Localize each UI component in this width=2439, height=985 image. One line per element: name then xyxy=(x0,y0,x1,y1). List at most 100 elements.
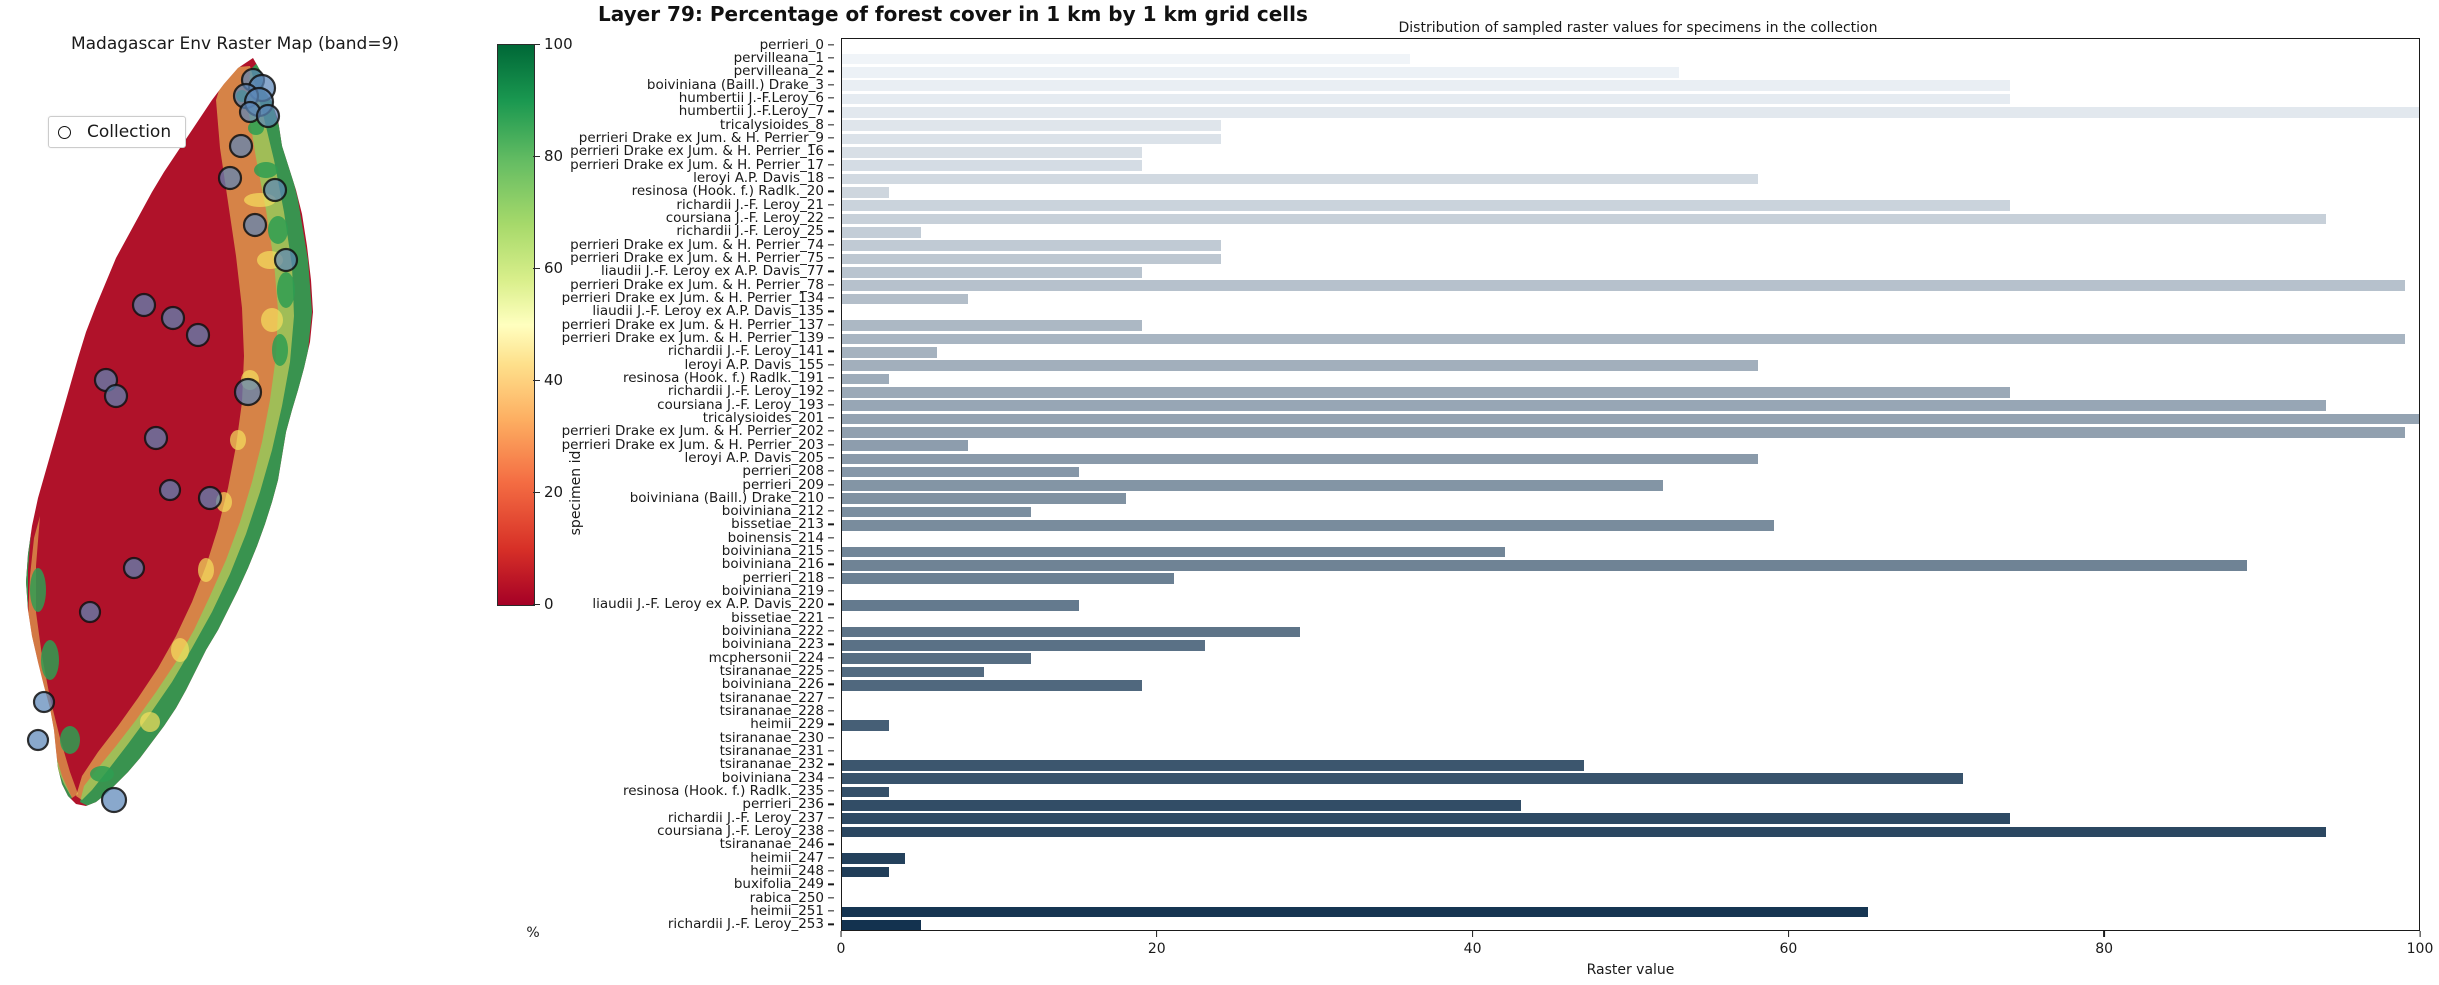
bar[interactable] xyxy=(842,440,969,451)
bar[interactable] xyxy=(842,266,1142,278)
bar[interactable] xyxy=(842,813,2011,825)
bar[interactable] xyxy=(842,786,890,798)
bar[interactable] xyxy=(842,920,921,930)
bar[interactable] xyxy=(842,493,1127,505)
bar[interactable] xyxy=(842,133,1221,145)
bar-row xyxy=(842,440,2419,451)
bar[interactable] xyxy=(842,373,890,385)
bar[interactable] xyxy=(842,333,2406,345)
y-axis-tickmark xyxy=(828,297,834,299)
bar[interactable] xyxy=(842,93,2011,105)
y-axis-tickmark xyxy=(828,497,834,499)
bar-row xyxy=(842,866,2419,878)
bar[interactable] xyxy=(842,466,1079,478)
bar[interactable] xyxy=(842,720,890,731)
bar[interactable] xyxy=(842,360,1758,371)
x-axis-tick-0: 0 xyxy=(837,931,845,957)
bar[interactable] xyxy=(842,173,1758,185)
bar[interactable] xyxy=(842,53,1411,65)
y-axis-tickmark xyxy=(828,630,834,632)
y-axis-tickmark xyxy=(828,443,834,446)
y-axis-tickmark xyxy=(828,603,834,606)
bar[interactable] xyxy=(842,80,2011,91)
bar-row xyxy=(842,853,2419,865)
plot-area[interactable] xyxy=(841,38,2420,931)
x-axis-tick-100: 100 xyxy=(2407,931,2433,957)
bar[interactable] xyxy=(842,626,1300,638)
bar[interactable] xyxy=(842,826,2327,838)
bar[interactable] xyxy=(842,160,1142,171)
bar-row xyxy=(842,200,2419,211)
bar[interactable] xyxy=(842,520,1774,531)
y-axis-tickmark xyxy=(828,537,834,539)
bar[interactable] xyxy=(842,453,1758,465)
bar[interactable] xyxy=(842,200,2011,211)
y-axis-tickmark xyxy=(828,110,834,112)
bar[interactable] xyxy=(842,386,2011,398)
bar[interactable] xyxy=(842,506,1032,518)
bar[interactable] xyxy=(842,413,2419,425)
y-axis-tickmark xyxy=(828,483,834,486)
bar-row xyxy=(842,426,2419,438)
bar[interactable] xyxy=(842,866,890,878)
bar-row xyxy=(842,66,2419,78)
bar[interactable] xyxy=(842,213,2327,225)
bar[interactable] xyxy=(842,106,2419,118)
madagascar-raster-map[interactable] xyxy=(10,50,460,930)
y-axis-tickmark xyxy=(828,803,834,806)
bar[interactable] xyxy=(842,600,1079,611)
bar[interactable] xyxy=(842,186,890,198)
bar[interactable] xyxy=(842,280,2406,291)
bar[interactable] xyxy=(842,240,1221,251)
bar[interactable] xyxy=(842,573,1174,585)
y-axis-tickmark xyxy=(828,417,834,419)
y-axis-tickmark xyxy=(828,323,834,326)
y-axis-tickmark xyxy=(828,777,834,779)
bar[interactable] xyxy=(842,226,921,238)
bar[interactable] xyxy=(842,680,1142,691)
bar[interactable] xyxy=(842,400,2327,411)
y-axis-tickmark xyxy=(828,430,834,432)
y-axis-tickmark xyxy=(828,283,834,286)
bar[interactable] xyxy=(842,293,969,305)
bar[interactable] xyxy=(842,146,1142,158)
bar[interactable] xyxy=(842,653,1032,665)
bar[interactable] xyxy=(842,346,937,358)
bar[interactable] xyxy=(842,666,985,678)
bar[interactable] xyxy=(842,120,1221,131)
bar[interactable] xyxy=(842,320,1142,331)
colorbar-tick-0: 0 xyxy=(533,595,554,613)
y-axis-tickmark xyxy=(828,70,834,72)
y-axis-tickmark xyxy=(828,817,834,819)
x-axis-ticks: 0 20 40 60 80 100 xyxy=(837,931,2433,965)
y-axis-tickmark xyxy=(828,710,834,712)
bar-row xyxy=(842,266,2419,278)
bar[interactable] xyxy=(842,800,1521,811)
bar[interactable] xyxy=(842,853,906,865)
y-axis-tickmark xyxy=(828,617,834,619)
bar[interactable] xyxy=(842,253,1221,265)
bar-row xyxy=(842,707,2419,718)
bar[interactable] xyxy=(842,66,1679,78)
bar[interactable] xyxy=(842,480,1664,491)
y-axis-tickmark xyxy=(828,870,834,872)
bar-row xyxy=(842,120,2419,131)
y-axis-tickmark xyxy=(828,523,834,526)
bar-row xyxy=(842,800,2419,811)
bar[interactable] xyxy=(842,546,1506,558)
y-axis-label: richardii J.-F. Leroy_253 xyxy=(667,916,824,933)
bar[interactable] xyxy=(842,426,2406,438)
y-axis-tickmark xyxy=(828,97,834,99)
bar-row xyxy=(842,173,2419,185)
bar[interactable] xyxy=(842,560,2248,571)
bar[interactable] xyxy=(842,773,1964,785)
y-axis-tickmark xyxy=(828,843,834,846)
bar-row xyxy=(842,906,2419,918)
y-axis-tickmark xyxy=(828,923,834,925)
bar[interactable] xyxy=(842,906,1869,918)
bar[interactable] xyxy=(842,640,1206,651)
bar[interactable] xyxy=(842,760,1585,771)
bar-row xyxy=(842,626,2419,638)
y-axis-tickmark xyxy=(828,390,834,392)
map-legend[interactable]: Collection xyxy=(48,116,187,148)
